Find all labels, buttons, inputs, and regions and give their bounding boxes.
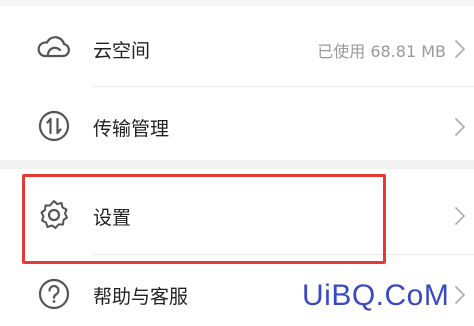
menu-item-transfer-management[interactable]: 传输管理 [0, 90, 474, 162]
transfer-icon [38, 110, 70, 142]
chevron-right-icon [455, 40, 465, 58]
chevron-right-icon [455, 207, 465, 225]
menu-item-label: 传输管理 [93, 118, 170, 140]
menu-item-label: 云空间 [93, 40, 151, 62]
menu-item-label: 设置 [93, 207, 132, 229]
cloud-usage-value: 已使用 68.81 MB [317, 42, 446, 61]
divider [93, 254, 474, 255]
cloud-icon [37, 36, 70, 58]
chevron-right-icon [455, 286, 465, 304]
top-edge [0, 0, 474, 6]
gear-icon [40, 200, 68, 229]
watermark: UiBQ.CoM [302, 279, 450, 312]
menu-item-cloud-space[interactable]: 云空间 已使用 68.81 MB [0, 12, 474, 84]
section-separator [0, 160, 474, 169]
help-icon [38, 278, 70, 310]
menu-item-settings[interactable]: 设置 [0, 179, 474, 251]
chevron-right-icon [455, 118, 465, 136]
settings-menu-screen: 云空间 已使用 68.81 MB 传输管理 设置 帮助与客服 UiBQ.CoM [0, 0, 474, 326]
divider [93, 86, 474, 87]
menu-item-label: 帮助与客服 [93, 286, 189, 308]
